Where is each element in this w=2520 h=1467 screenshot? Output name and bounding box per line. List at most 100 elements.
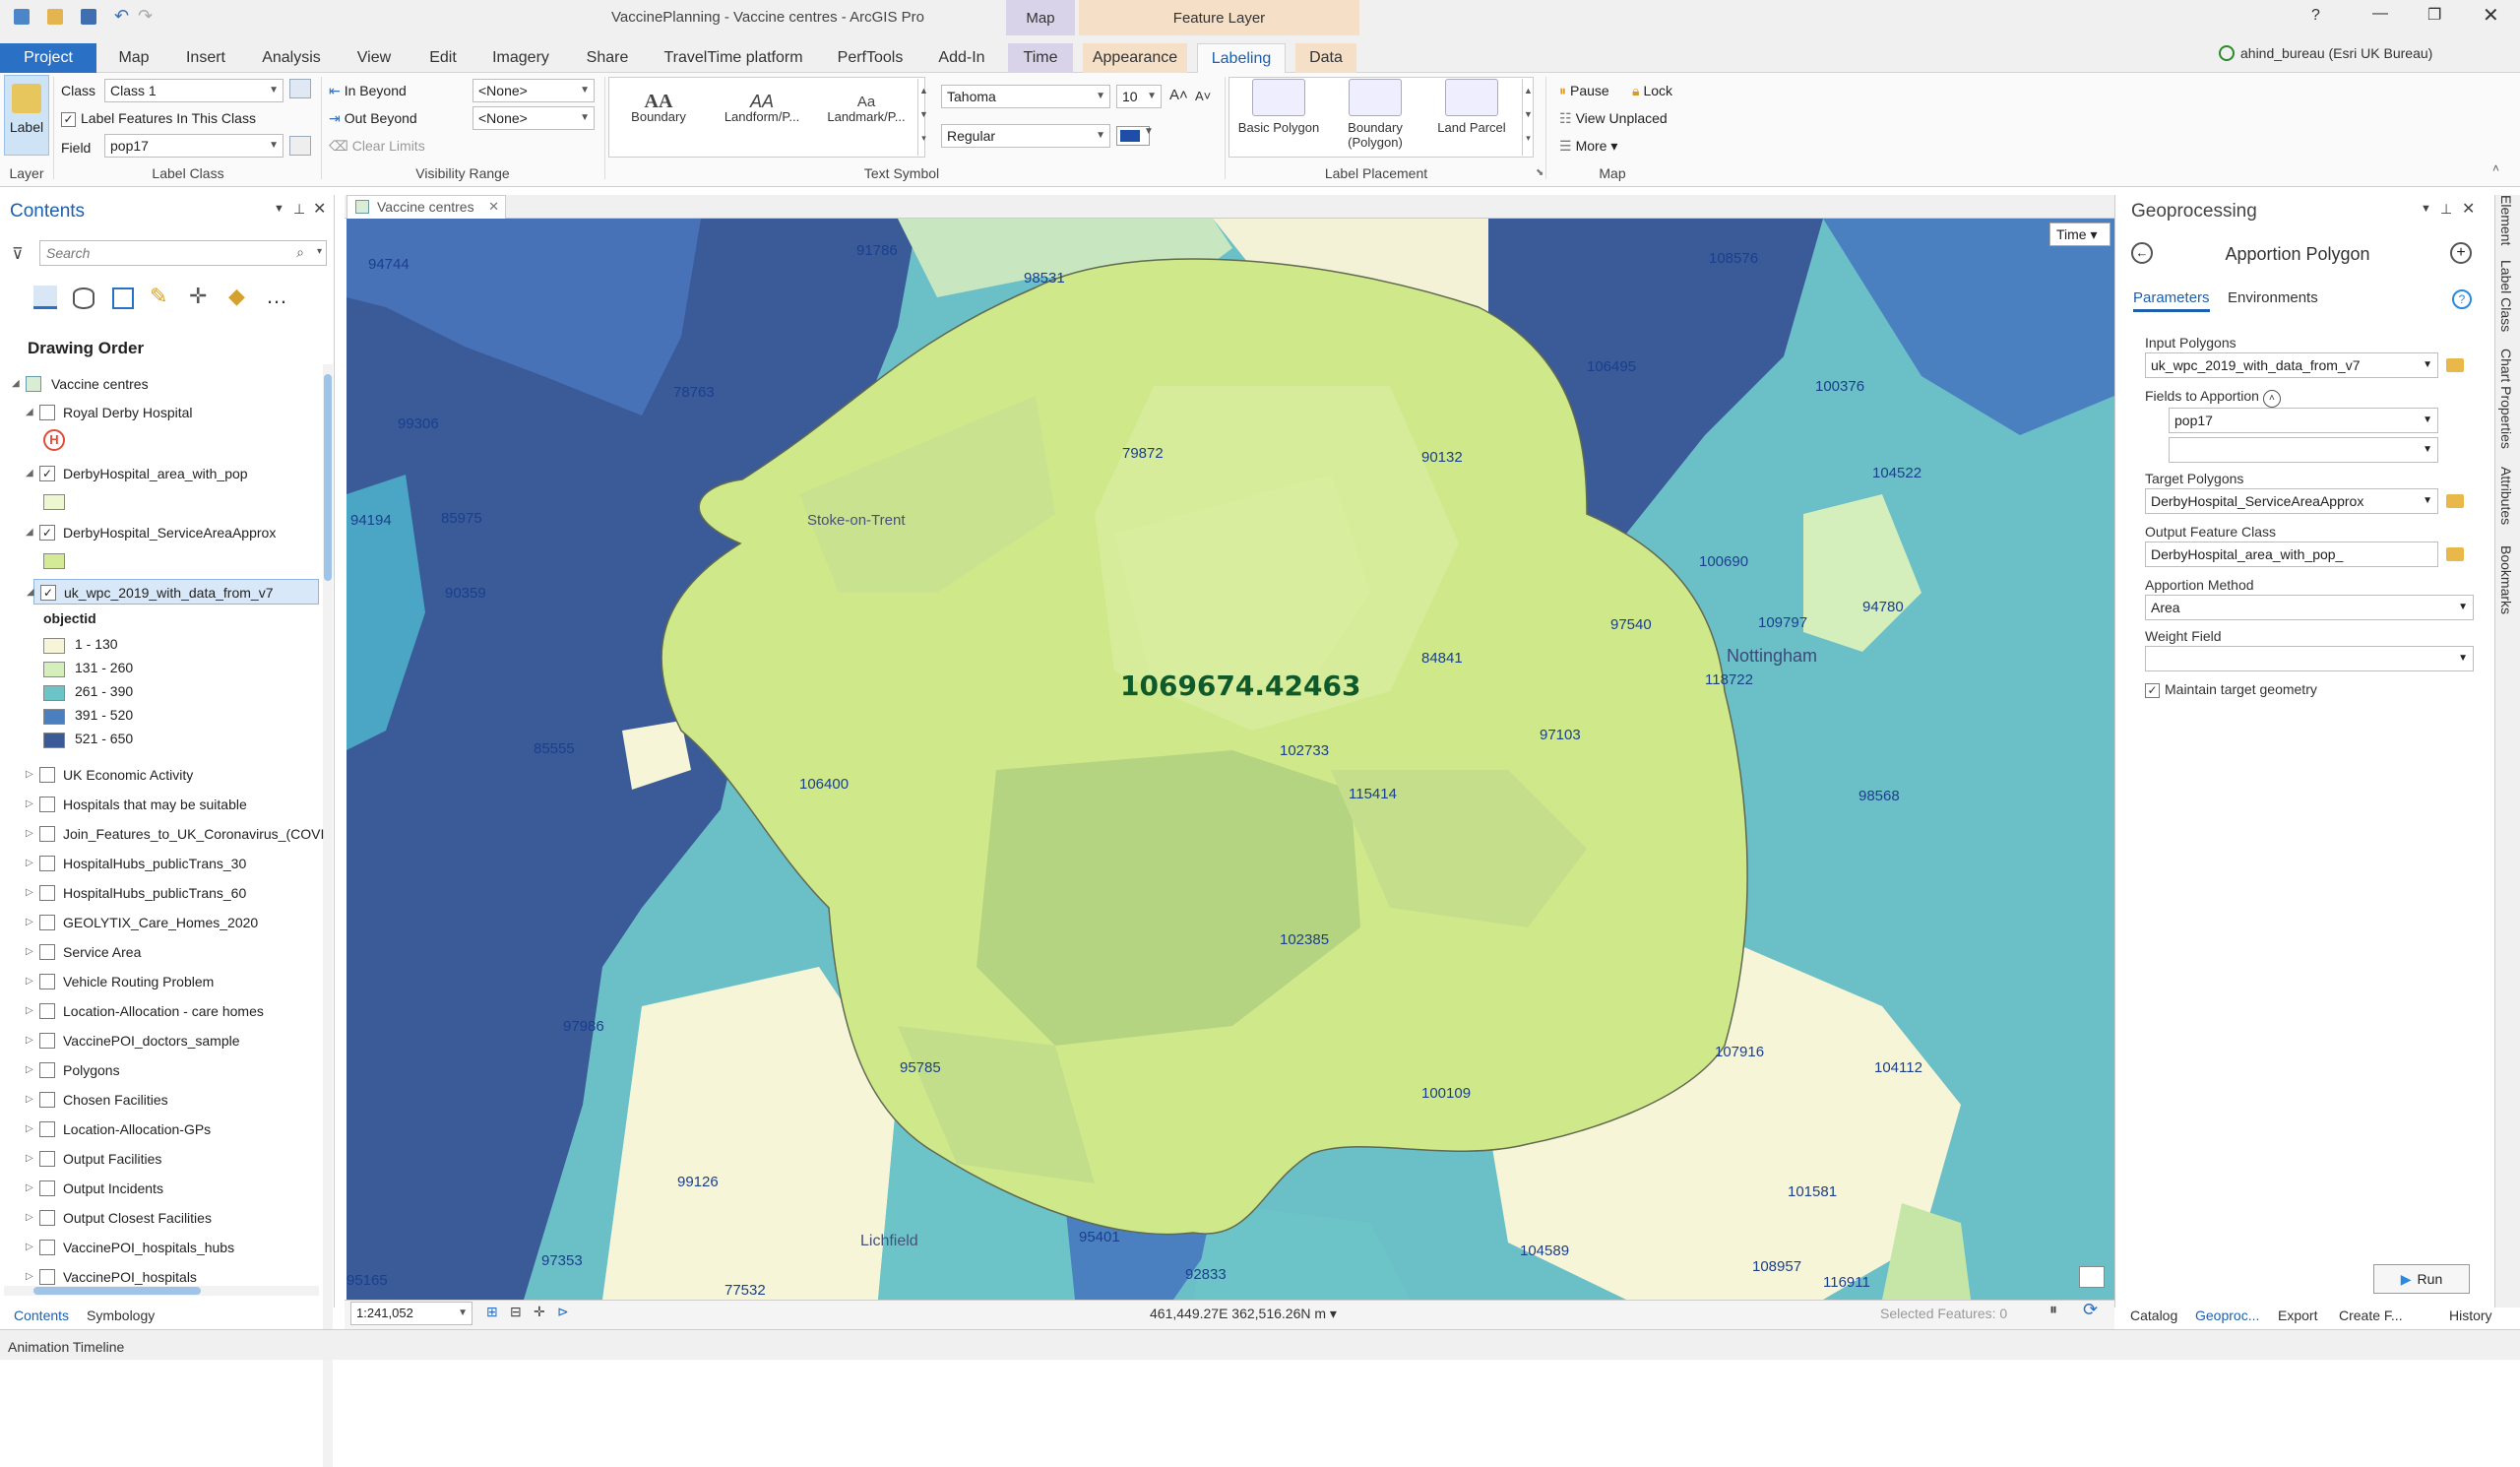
lock-button[interactable]: 🔒︎ Lock bbox=[1632, 83, 1672, 99]
list-by-drawing-order-icon[interactable] bbox=[33, 286, 57, 309]
layer-item[interactable]: ▷ Polygons bbox=[0, 1057, 321, 1083]
list-by-labeling-icon[interactable]: ◆ bbox=[228, 284, 245, 309]
user-account[interactable]: ahind_bureau (Esri UK Bureau) bbox=[2240, 45, 2432, 61]
list-by-editing-icon[interactable]: ✎ bbox=[150, 284, 167, 309]
tab-insert[interactable]: Insert bbox=[173, 43, 238, 73]
layer-item[interactable]: ◢ ✓ DerbyHospital_area_with_pop bbox=[0, 461, 325, 486]
field-combo-2[interactable]: ▼ bbox=[2169, 437, 2438, 463]
pane-menu-icon[interactable]: ▼ bbox=[2421, 203, 2431, 215]
tab-geoprocessing[interactable]: Geoproc... bbox=[2195, 1308, 2259, 1323]
class-manager-icon[interactable] bbox=[289, 79, 311, 98]
tab-export[interactable]: Export bbox=[2278, 1308, 2317, 1323]
map-view[interactable]: 94744 91786 98531 108576 78763 99306 106495 100… bbox=[346, 219, 2114, 1300]
placement-basic-polygon[interactable]: Basic Polygon bbox=[1234, 79, 1323, 135]
animation-timeline-tab[interactable]: Animation Timeline bbox=[8, 1339, 124, 1355]
view-unplaced-button[interactable]: ☷ View Unplaced bbox=[1559, 110, 1668, 127]
out-beyond-button[interactable]: ⇥ Out Beyond bbox=[329, 110, 417, 127]
layer-item[interactable]: ▷ Chosen Facilities bbox=[0, 1087, 321, 1113]
maintain-geometry-checkbox[interactable]: ✓ Maintain target geometry bbox=[2145, 681, 2317, 698]
side-tab-label-class[interactable]: Label Class bbox=[2498, 260, 2514, 332]
browse-folder-icon[interactable] bbox=[2446, 547, 2464, 561]
max-scale-combo[interactable]: <None> ▼ bbox=[472, 106, 595, 130]
font-size-combo[interactable]: 10 ▼ bbox=[1116, 85, 1162, 108]
tab-perftools[interactable]: PerfTools bbox=[829, 43, 912, 73]
tab-contents[interactable]: Contents bbox=[14, 1308, 69, 1323]
grid-icon[interactable]: ⊟ bbox=[510, 1304, 522, 1320]
placement-gallery-scroll[interactable]: ▲ ▼ ▾ bbox=[1522, 79, 1534, 156]
contents-search-input[interactable]: Search ⌕ ▾ bbox=[39, 240, 327, 266]
tab-addin[interactable]: Add-In bbox=[925, 43, 998, 73]
gallery-scroll[interactable]: ▲ ▼ ▾ bbox=[917, 79, 929, 156]
filter-icon[interactable]: ⊽ bbox=[12, 244, 24, 264]
list-by-source-icon[interactable] bbox=[73, 287, 94, 309]
class-combo[interactable]: Class 1 ▼ bbox=[104, 79, 284, 102]
pause-drawing-icon[interactable]: ⏸ bbox=[2049, 1302, 2057, 1319]
layer-item[interactable]: ▷ Output Facilities bbox=[0, 1146, 321, 1172]
layer-item-selected[interactable]: ◢ ✓ uk_wpc_2019_with_data_from_v7 bbox=[27, 579, 319, 605]
collapse-ribbon-icon[interactable]: ˄ bbox=[2492, 161, 2499, 175]
style-landform[interactable]: AA Landform/P... bbox=[715, 93, 809, 124]
target-polygons-combo[interactable]: DerbyHospital_ServiceAreaApprox ▼ bbox=[2145, 488, 2438, 514]
layer-item[interactable]: ▷ Output Closest Facilities bbox=[0, 1205, 321, 1231]
input-polygons-combo[interactable]: uk_wpc_2019_with_data_from_v7 ▼ bbox=[2145, 352, 2438, 378]
layer-item[interactable]: ▷ Hospitals that may be suitable bbox=[0, 792, 321, 817]
side-tab-bookmarks[interactable]: Bookmarks bbox=[2498, 545, 2514, 614]
more-icon[interactable]: … bbox=[266, 284, 287, 309]
minimize-button[interactable]: — bbox=[2372, 5, 2388, 23]
restore-button[interactable]: ❐ bbox=[2427, 5, 2441, 25]
layer-item[interactable]: ▷ Join_Features_to_UK_Coronavirus_(COVI bbox=[0, 821, 324, 847]
layer-item[interactable]: ▷ Service Area bbox=[0, 939, 321, 965]
grow-font-icon[interactable]: A˄ bbox=[1169, 87, 1188, 103]
browse-folder-icon[interactable] bbox=[2446, 358, 2464, 372]
side-tab-chart-properties[interactable]: Chart Properties bbox=[2498, 349, 2514, 449]
placement-boundary-polygon[interactable]: Boundary (Polygon) bbox=[1331, 79, 1419, 150]
pin-icon[interactable]: ⊥ bbox=[293, 201, 305, 218]
pin-icon[interactable]: ⊥ bbox=[2440, 201, 2452, 218]
layer-item[interactable]: ▷ VaccinePOI_doctors_sample bbox=[0, 1028, 321, 1053]
layer-item[interactable]: ▷ Location-Allocation-GPs bbox=[0, 1116, 321, 1142]
list-by-selection-icon[interactable] bbox=[112, 287, 134, 309]
expression-icon[interactable] bbox=[289, 136, 311, 156]
measure-icon[interactable]: ✛ bbox=[534, 1304, 545, 1320]
field-combo-1[interactable]: pop17 ▼ bbox=[2169, 408, 2438, 433]
close-pane-icon[interactable]: ✕ bbox=[2462, 199, 2475, 219]
layer-item[interactable]: ▷ Location-Allocation - care homes bbox=[0, 998, 321, 1024]
contents-scrollbar[interactable] bbox=[323, 364, 333, 1467]
snapping-icon[interactable]: ⊳ bbox=[557, 1304, 569, 1320]
help-icon[interactable]: ? bbox=[2452, 289, 2472, 309]
layer-item[interactable]: ▷ VaccinePOI_hospitals bbox=[0, 1264, 321, 1290]
tab-share[interactable]: Share bbox=[577, 43, 638, 73]
overview-icon[interactable] bbox=[2079, 1266, 2105, 1288]
tab-imagery[interactable]: Imagery bbox=[484, 43, 557, 73]
tab-create-features[interactable]: Create F... bbox=[2339, 1308, 2403, 1323]
layer-item[interactable]: ◢ Royal Derby Hospital bbox=[0, 400, 325, 425]
search-icon[interactable]: ⌕ bbox=[296, 244, 304, 261]
browse-folder-icon[interactable] bbox=[2446, 494, 2464, 508]
layer-item[interactable]: ▷ Output Incidents bbox=[0, 1176, 321, 1201]
tab-map[interactable]: Map bbox=[104, 43, 163, 73]
tab-catalog[interactable]: Catalog bbox=[2130, 1308, 2177, 1323]
help-button[interactable]: ? bbox=[2311, 7, 2320, 25]
weight-field-combo[interactable]: ▼ bbox=[2145, 646, 2474, 671]
tab-time[interactable]: Time bbox=[1008, 43, 1073, 73]
run-button[interactable]: ▶ Run bbox=[2373, 1264, 2470, 1294]
min-scale-combo[interactable]: <None> ▼ bbox=[472, 79, 595, 102]
text-symbol-launcher-icon[interactable]: ⬊ bbox=[1536, 167, 1544, 178]
close-button[interactable]: ✕ bbox=[2483, 3, 2499, 28]
layer-item[interactable]: ▷ GEOLYTIX_Care_Homes_2020 bbox=[0, 910, 321, 935]
label-button[interactable]: Label bbox=[4, 75, 49, 156]
map-view-tab[interactable]: Vaccine centres ✕ bbox=[346, 195, 506, 219]
shrink-font-icon[interactable]: A˅ bbox=[1195, 89, 1211, 103]
list-by-snapping-icon[interactable]: ✛ bbox=[189, 284, 207, 309]
scale-combo[interactable]: 1:241,052 ▼ bbox=[350, 1302, 472, 1325]
style-landmark[interactable]: Aa Landmark/P... bbox=[817, 95, 915, 124]
apportion-method-combo[interactable]: Area ▼ bbox=[2145, 595, 2474, 620]
pause-button[interactable]: ⏸ Pause bbox=[1559, 83, 1609, 99]
layer-item[interactable]: ▷ UK Economic Activity bbox=[0, 762, 321, 788]
placement-land-parcel[interactable]: Land Parcel bbox=[1427, 79, 1516, 135]
tab-environments[interactable]: Environments bbox=[2228, 289, 2318, 306]
layer-item[interactable]: ◢ ✓ DerbyHospital_ServiceAreaApprox bbox=[0, 520, 325, 545]
side-tab-attributes[interactable]: Attributes bbox=[2498, 467, 2514, 525]
label-features-check[interactable]: ✓ Label Features In This Class bbox=[61, 110, 256, 127]
style-boundary[interactable]: AA Boundary bbox=[616, 92, 701, 124]
